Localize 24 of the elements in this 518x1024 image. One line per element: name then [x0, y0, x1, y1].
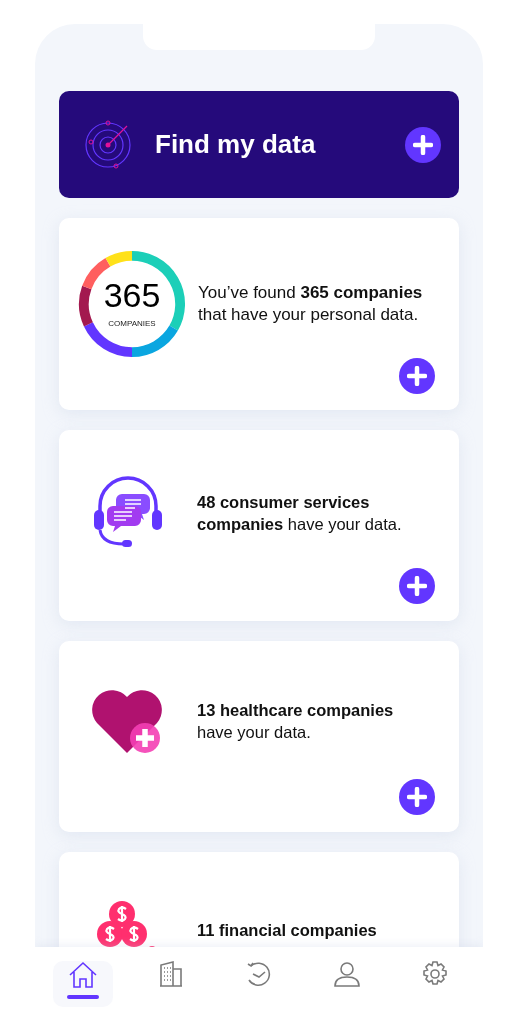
plus-icon [407, 787, 427, 807]
plus-icon [407, 366, 427, 386]
card-text: 48 consumer services companies have your data. [197, 492, 403, 535]
history-icon [246, 961, 272, 987]
buildings-icon [159, 961, 183, 987]
headset-chat-icon [92, 476, 164, 550]
summary-text: You’ve found 365 companies that have your personal data. [198, 282, 424, 326]
banner-title: Find my data [155, 128, 317, 161]
add-button[interactable] [399, 358, 435, 394]
nav-tab[interactable] [53, 961, 113, 1007]
radar-icon [83, 119, 133, 170]
add-button[interactable] [399, 779, 435, 815]
card-text: 13 healthcare companies have your data. [197, 700, 395, 743]
add-button[interactable] [405, 126, 441, 163]
plus-icon [407, 576, 427, 596]
profile-icon [334, 961, 360, 987]
heart-plus-icon [91, 687, 165, 755]
company-count: 365 [103, 278, 161, 312]
count-caption: COMPANIES [108, 318, 156, 330]
add-button[interactable] [399, 568, 435, 604]
home-icon [68, 961, 98, 989]
card-text: 11 financial companies [197, 920, 378, 941]
settings-icon [422, 961, 448, 987]
plus-icon [413, 134, 433, 155]
